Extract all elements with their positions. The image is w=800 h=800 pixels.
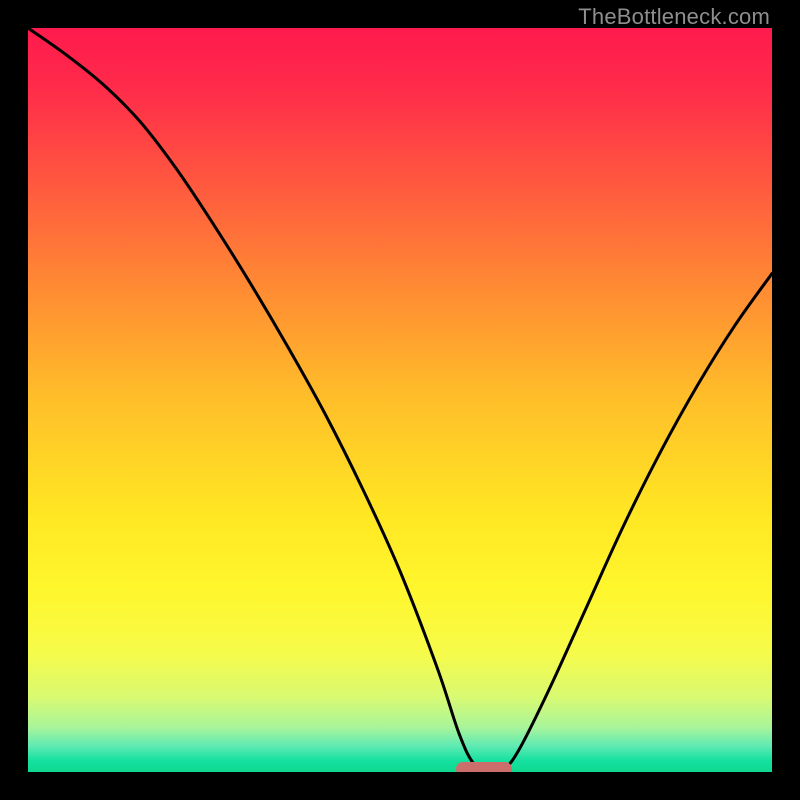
chart-frame: TheBottleneck.com <box>0 0 800 800</box>
bottleneck-curve <box>28 28 772 772</box>
watermark-text: TheBottleneck.com <box>578 4 770 30</box>
optimal-marker <box>456 762 512 772</box>
plot-area <box>28 28 772 772</box>
